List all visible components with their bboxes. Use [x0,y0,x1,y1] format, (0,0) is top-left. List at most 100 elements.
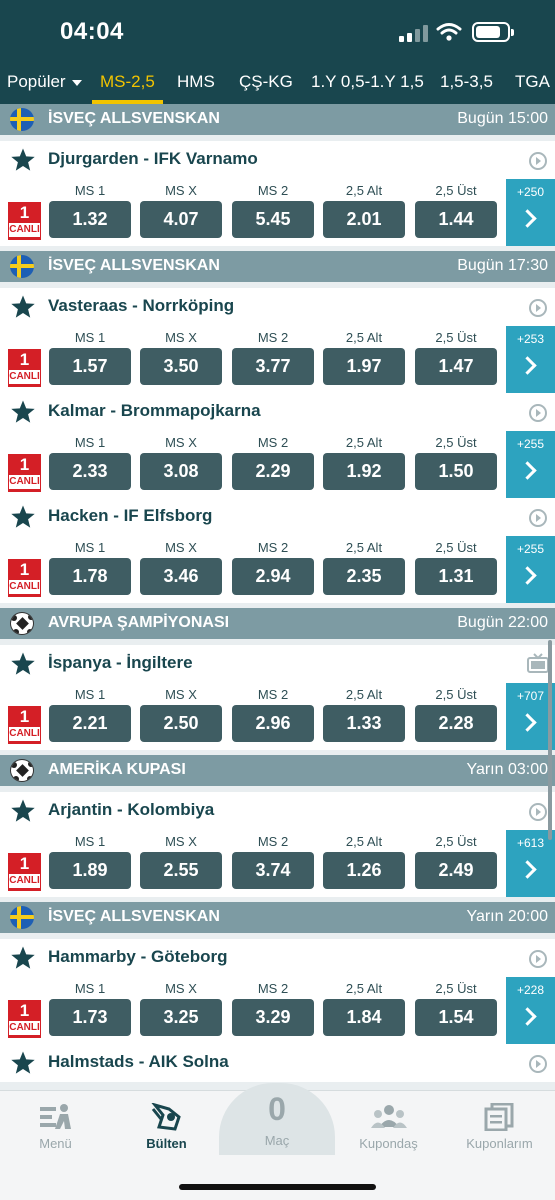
odds-button[interactable]: 1.44 [415,201,497,238]
favorite-star-icon[interactable] [10,945,36,971]
favorite-star-icon[interactable] [10,651,36,677]
odds-button[interactable]: 1.92 [323,453,405,490]
odds-button[interactable]: 1.57 [49,348,131,385]
tab-1y[interactable]: 1.Y 0,5-1.Y 1,5 [311,62,424,104]
match-title[interactable]: Halmstads - AIK Solna [48,1052,229,1072]
odds-button[interactable]: 5.45 [232,201,314,238]
odds-button[interactable]: 1.89 [49,852,131,889]
nav-bulten[interactable]: Bülten [111,1091,222,1151]
favorite-star-icon[interactable] [10,798,36,824]
match-title[interactable]: İspanya - İngiltere [48,653,193,673]
odds-button[interactable]: 3.50 [140,348,222,385]
odds-button[interactable]: 1.73 [49,999,131,1036]
odds-button[interactable]: 2.33 [49,453,131,490]
odds-button[interactable]: 1.97 [323,348,405,385]
tv-icon[interactable] [527,653,549,673]
favorite-star-icon[interactable] [10,294,36,320]
match-header[interactable]: Arjantin - Kolombiya [0,792,555,830]
tab-hms[interactable]: HMS [177,62,215,104]
match-header[interactable]: İspanya - İngiltere [0,645,555,683]
odds-button[interactable]: 2.96 [232,705,314,742]
more-markets-button[interactable]: +253 [506,326,555,393]
favorite-star-icon[interactable] [10,147,36,173]
odds-button[interactable]: 1.84 [323,999,405,1036]
nav-mac[interactable]: 0 Maç [219,1083,335,1155]
odds-button[interactable]: 1.33 [323,705,405,742]
tab-populer[interactable]: Popüler [7,62,82,104]
odds-row: 1 CANLI MS 1 2.33 MS X 3.08 MS 2 2.29 2,5 Alt 1.9… [0,431,555,498]
match-header[interactable]: Hammarby - Göteborg [0,939,555,977]
match-header[interactable]: Vasteraas - Norrköping [0,288,555,326]
match-header[interactable]: Kalmar - Brommapojkarna [0,393,555,431]
odds-button[interactable]: 3.46 [140,558,222,595]
odds-button[interactable]: 3.25 [140,999,222,1036]
info-icon[interactable] [529,299,547,317]
odds-button[interactable]: 2.50 [140,705,222,742]
league-datetime: Bugün 22:00 [457,614,548,631]
odds-button[interactable]: 2.28 [415,705,497,742]
league-name: AVRUPA ŞAMPİYONASI [48,614,230,631]
status-bar: 04:04 [0,0,555,62]
match-list: İSVEÇ ALLSVENSKAN Bugün 15:00 Djurgarden -… [0,104,555,1090]
favorite-star-icon[interactable] [10,1050,36,1076]
match-header[interactable]: Halmstads - AIK Solna [0,1044,555,1082]
tab-tga[interactable]: TGA [515,62,550,104]
odds-button[interactable]: 3.74 [232,852,314,889]
tab-ms-2-5[interactable]: MS-2,5 [92,62,163,104]
odds-button[interactable]: 2.21 [49,705,131,742]
info-icon[interactable] [529,1055,547,1073]
match-title[interactable]: Hacken - IF Elfsborg [48,506,212,526]
odds-label: 2,5 Alt [345,981,383,996]
nav-menu[interactable]: Menü [0,1091,111,1151]
odds-button[interactable]: 2.49 [415,852,497,889]
info-icon[interactable] [529,509,547,527]
odds-button[interactable]: 2.29 [232,453,314,490]
odds-label: 2,5 Üst [435,981,477,996]
tab-1-5-3-5[interactable]: 1,5-3,5 [440,62,493,104]
nav-kupondas-label: Kupondaş [359,1136,418,1151]
more-markets-button[interactable]: +255 [506,536,555,603]
match-title[interactable]: Hammarby - Göteborg [48,947,227,967]
nav-kupondas[interactable]: Kupondaş [333,1091,444,1151]
odds-button[interactable]: 4.07 [140,201,222,238]
more-markets-button[interactable]: +228 [506,977,555,1044]
match-header[interactable]: Djurgarden - IFK Varnamo [0,141,555,179]
odds-button[interactable]: 2.94 [232,558,314,595]
odds-button[interactable]: 2.01 [323,201,405,238]
more-markets-button[interactable]: +255 [506,431,555,498]
odds-button[interactable]: 1.50 [415,453,497,490]
odds-button[interactable]: 1.31 [415,558,497,595]
live-badge-label: CANLI [9,223,40,237]
odds-button[interactable]: 1.26 [323,852,405,889]
more-markets-button[interactable]: +250 [506,179,555,246]
tab-cs-kg[interactable]: ÇŞ-KG [239,62,293,104]
odds-button[interactable]: 1.32 [49,201,131,238]
odds-button[interactable]: 1.47 [415,348,497,385]
info-icon[interactable] [529,803,547,821]
sweden-flag-icon [10,906,34,929]
match-title[interactable]: Kalmar - Brommapojkarna [48,401,261,421]
odds-button[interactable]: 2.35 [323,558,405,595]
info-icon[interactable] [529,950,547,968]
match-title[interactable]: Vasteraas - Norrköping [48,296,234,316]
odds-button[interactable]: 3.29 [232,999,314,1036]
favorite-star-icon[interactable] [10,399,36,425]
odds-button[interactable]: 2.55 [140,852,222,889]
info-icon[interactable] [529,152,547,170]
odds-button[interactable]: 1.54 [415,999,497,1036]
scrollbar[interactable] [548,640,552,840]
match-title[interactable]: Djurgarden - IFK Varnamo [48,149,258,169]
odds-label: MS X [165,834,197,849]
odds-button[interactable]: 3.77 [232,348,314,385]
match-header[interactable]: Hacken - IF Elfsborg [0,498,555,536]
nav-kuponlarim-label: Kuponlarım [466,1136,533,1151]
odds-button[interactable]: 1.78 [49,558,131,595]
odds-row: 1 CANLI MS 1 1.57 MS X 3.50 MS 2 3.77 2,5 Alt 1.9… [0,326,555,393]
info-icon[interactable] [529,404,547,422]
match-title[interactable]: Arjantin - Kolombiya [48,800,214,820]
odds-button[interactable]: 3.08 [140,453,222,490]
more-markets-button[interactable]: +613 [506,830,555,897]
favorite-star-icon[interactable] [10,504,36,530]
nav-mac-label: Maç [264,1133,290,1148]
nav-kuponlarim[interactable]: Kuponlarım [444,1091,555,1151]
